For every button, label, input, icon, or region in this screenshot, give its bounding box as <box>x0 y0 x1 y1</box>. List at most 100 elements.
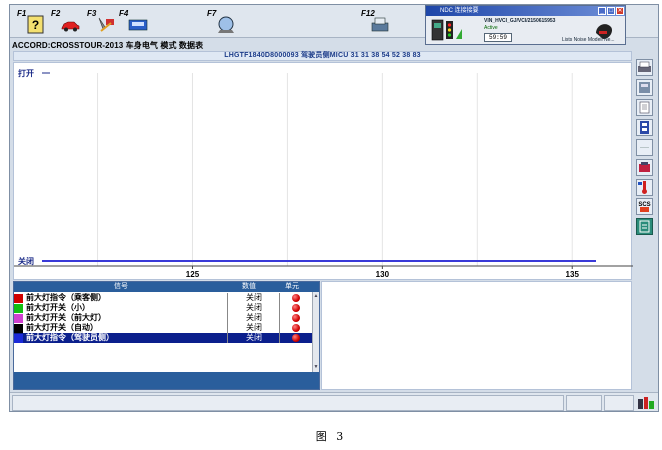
print-icon <box>371 17 389 32</box>
status-bar <box>10 392 658 411</box>
f1-label: F1 <box>17 9 27 18</box>
table-empty-area <box>14 353 312 372</box>
row-value: 关闭 <box>229 293 280 303</box>
row-signal-name: 前大灯开关（自动） <box>25 323 228 333</box>
right-toolbar: SCS <box>634 55 656 391</box>
help-icon: ? <box>27 15 44 34</box>
table-row[interactable]: 前大灯开关（小） 关闭 <box>14 303 312 313</box>
f7-scope-button[interactable]: F7 <box>206 9 240 35</box>
graph-header: LHGTF1840D8000093 驾驶员侧MICU 31 31 38 54 5… <box>13 51 632 61</box>
scroll-down-icon[interactable]: ▼ <box>313 364 319 370</box>
status-led-icon <box>292 334 300 342</box>
f4-label: F4 <box>119 9 129 18</box>
status-led-icon <box>292 324 300 332</box>
record-button[interactable] <box>636 159 653 176</box>
row-color-swatch <box>14 304 23 313</box>
popup-timer: 59:59 <box>484 33 512 42</box>
row-value: 关闭 <box>229 313 280 323</box>
status-led-icon <box>292 294 300 302</box>
thermometer-icon <box>638 181 647 194</box>
x-tick-label: 130 <box>376 270 390 279</box>
table-row[interactable]: 前大灯开关（自动） 关闭 <box>14 323 312 333</box>
f2-label: F2 <box>51 9 61 18</box>
table-row-selected[interactable]: 前大灯指令（驾驶员侧） 关闭 <box>14 333 312 343</box>
row-color-swatch <box>14 314 23 323</box>
row-unit-cell <box>281 293 311 303</box>
export-button[interactable] <box>636 218 653 235</box>
status-segment-b <box>604 395 634 411</box>
col-header-unit[interactable]: 单元 <box>285 282 299 292</box>
popup-model-text: Lists Noise Modell Ne... <box>562 37 615 43</box>
connection-status-icon <box>638 397 654 409</box>
popup-title: NDC 连接接要 <box>426 6 625 16</box>
scs-icon: SCS <box>638 202 651 212</box>
row-color-swatch <box>14 294 23 303</box>
vci-status-popup: NDC 连接接要 _ □ ✕ VIN_HVCI_GJ/VCI/215061595… <box>425 5 626 45</box>
row-unit-cell <box>281 313 311 323</box>
export-icon <box>639 220 650 233</box>
f2-vehicle-button[interactable]: F2 <box>50 9 84 35</box>
col-header-value[interactable]: 数值 <box>242 282 256 292</box>
col-header-signal[interactable]: 信号 <box>114 282 128 292</box>
popup-close-button[interactable]: ✕ <box>616 7 624 15</box>
f3-tools-button[interactable]: F3 <box>86 9 120 35</box>
row-signal-name: 前大灯指令（乘客侧） <box>25 293 228 303</box>
row-signal-name: 前大灯开关（前大灯） <box>25 313 228 323</box>
f4-techline-button[interactable]: F4 <box>118 9 152 35</box>
breadcrumb: ACCORD:CROSSTOUR-2013 车身电气 模式 数据表 <box>12 41 204 50</box>
popup-minimize-button[interactable]: _ <box>598 7 606 15</box>
config-icon <box>639 82 650 93</box>
signal-graph: 打开关闭 125 130 135 <box>13 62 633 280</box>
table-header: 信号 数值 单元 <box>14 282 319 292</box>
signal-table: 信号 数值 单元 前大灯指令（乘客侧） 关闭 前大灯开关（小） 关闭 前大灯开关… <box>13 281 320 390</box>
f12-print-button[interactable]: F12 <box>360 9 394 35</box>
y-label-open: 打开 <box>18 68 34 78</box>
row-color-swatch <box>14 334 23 343</box>
row-color-swatch <box>14 324 23 333</box>
scroll-up-icon[interactable]: ▲ <box>313 293 319 299</box>
blank-icon <box>640 147 649 148</box>
scs-button[interactable]: SCS <box>636 198 653 215</box>
graph-mode-button[interactable] <box>636 119 653 136</box>
table-row[interactable]: 前大灯指令（乘客侧） 关闭 <box>14 293 312 303</box>
app-window: F1 ? F2 F3 F4 F7 F12 NDC 连接接要 _ □ ✕ VIN_… <box>9 4 659 412</box>
table-scrollbar[interactable]: ▲ ▼ <box>312 292 319 372</box>
tools-icon <box>98 17 114 32</box>
x-tick-label: 135 <box>566 270 580 279</box>
x-tick-label: 125 <box>186 270 200 279</box>
row-value: 关闭 <box>229 303 280 313</box>
f7-label: F7 <box>207 9 217 18</box>
row-signal-name: 前大灯开关（小） <box>25 303 228 313</box>
secondary-panel <box>321 281 632 390</box>
row-unit-cell <box>281 323 311 333</box>
row-value: 关闭 <box>229 323 280 333</box>
popup-maximize-button[interactable]: □ <box>607 7 615 15</box>
figure-caption: 图 3 <box>315 430 347 443</box>
signal-chart: 打开关闭 125 130 135 <box>14 68 633 279</box>
graph-icon <box>640 121 649 134</box>
row-value: 关闭 <box>229 333 280 343</box>
temperature-button[interactable] <box>636 179 653 196</box>
list-icon <box>639 101 650 114</box>
status-led-icon <box>292 314 300 322</box>
popup-active-text: Active <box>484 25 498 31</box>
car-icon <box>61 21 80 32</box>
row-unit-cell <box>281 333 311 343</box>
f1-help-button[interactable]: F1 ? <box>16 9 50 35</box>
status-led-icon <box>292 304 300 312</box>
settings-button[interactable] <box>636 79 653 96</box>
print-button[interactable] <box>636 59 653 76</box>
row-signal-name: 前大灯指令（驾驶员侧） <box>25 333 228 343</box>
tech-tools-icon <box>128 19 148 31</box>
popup-vin-text: VIN_HVCI_GJ/VCI/2150615953 <box>484 18 556 24</box>
status-segment-a <box>566 395 602 411</box>
table-footer <box>14 372 319 389</box>
y-label-closed: 关闭 <box>18 256 34 266</box>
table-row[interactable]: 前大灯开关（前大灯） 关闭 <box>14 313 312 323</box>
list-button[interactable] <box>636 99 653 116</box>
scope-icon <box>218 16 234 33</box>
svg-text:?: ? <box>32 18 39 32</box>
f3-label: F3 <box>87 9 97 18</box>
status-segment-main <box>12 395 564 411</box>
blank-tool-button[interactable] <box>636 139 653 156</box>
